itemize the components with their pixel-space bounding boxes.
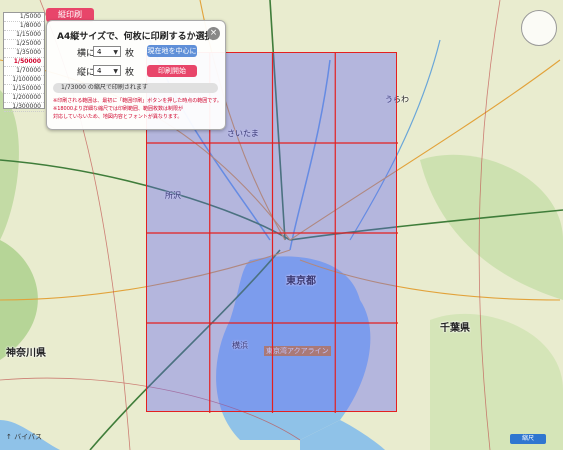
scale-item[interactable]: 1/15000 <box>4 31 44 40</box>
scale-item[interactable]: 1/300000 <box>4 103 44 112</box>
scale-item[interactable]: 1/5000 <box>4 13 44 22</box>
scale-item[interactable]: 1/200000 <box>4 94 44 103</box>
scale-item[interactable]: 1/8000 <box>4 22 44 31</box>
rows-value: 4 <box>97 67 102 75</box>
columns-unit: 枚 <box>125 49 135 59</box>
notice-text: ※印刷される範囲は、最初に「範囲印刷」ボタンを押した時点の範囲です。 <box>53 98 222 104</box>
scale-button[interactable]: 縮尺 <box>510 434 546 444</box>
columns-select[interactable]: 4 ▼ <box>93 46 121 57</box>
center-current-location-button[interactable]: 現在地を中心に <box>147 45 197 57</box>
start-print-button[interactable]: 印刷開始 <box>147 65 197 77</box>
map-navigation-control[interactable] <box>521 10 557 46</box>
chevron-down-icon: ▼ <box>113 49 118 56</box>
scale-item[interactable]: 1/25000 <box>4 40 44 49</box>
rows-select[interactable]: 4 ▼ <box>93 65 121 76</box>
scale-item-active[interactable]: 1/50000 <box>4 58 44 67</box>
scale-item[interactable]: 1/100000 <box>4 76 44 85</box>
notice-text: ※18000より詳細な縮尺では印刷範囲、範囲枚数は制限が <box>53 106 183 112</box>
prefecture-label-chiba: 千葉県 <box>440 323 470 334</box>
scale-note: 1/73000 の縮尺で印刷されます <box>53 83 218 93</box>
scale-item[interactable]: 1/70000 <box>4 67 44 76</box>
print-dialog: A4縦サイズで、何枚に印刷するか選択 × 横に 4 ▼ 枚 縦に 4 ▼ 枚 現… <box>46 20 226 130</box>
scale-item[interactable]: 1/150000 <box>4 85 44 94</box>
dialog-title: A4縦サイズで、何枚に印刷するか選択 <box>57 32 214 42</box>
notice-text: 対応していないため、地図内容とフォントが異なります。 <box>53 114 183 120</box>
expressway-label: ↑ バイパス <box>6 433 42 441</box>
columns-value: 4 <box>97 48 102 56</box>
scale-selector[interactable]: 1/5000 1/8000 1/15000 1/25000 1/35000 1/… <box>3 12 45 112</box>
rows-unit: 枚 <box>125 68 135 78</box>
chevron-down-icon: ▼ <box>113 68 118 75</box>
prefecture-label-kanagawa: 神奈川県 <box>6 348 46 359</box>
scale-item[interactable]: 1/35000 <box>4 49 44 58</box>
close-icon[interactable]: × <box>207 27 220 40</box>
